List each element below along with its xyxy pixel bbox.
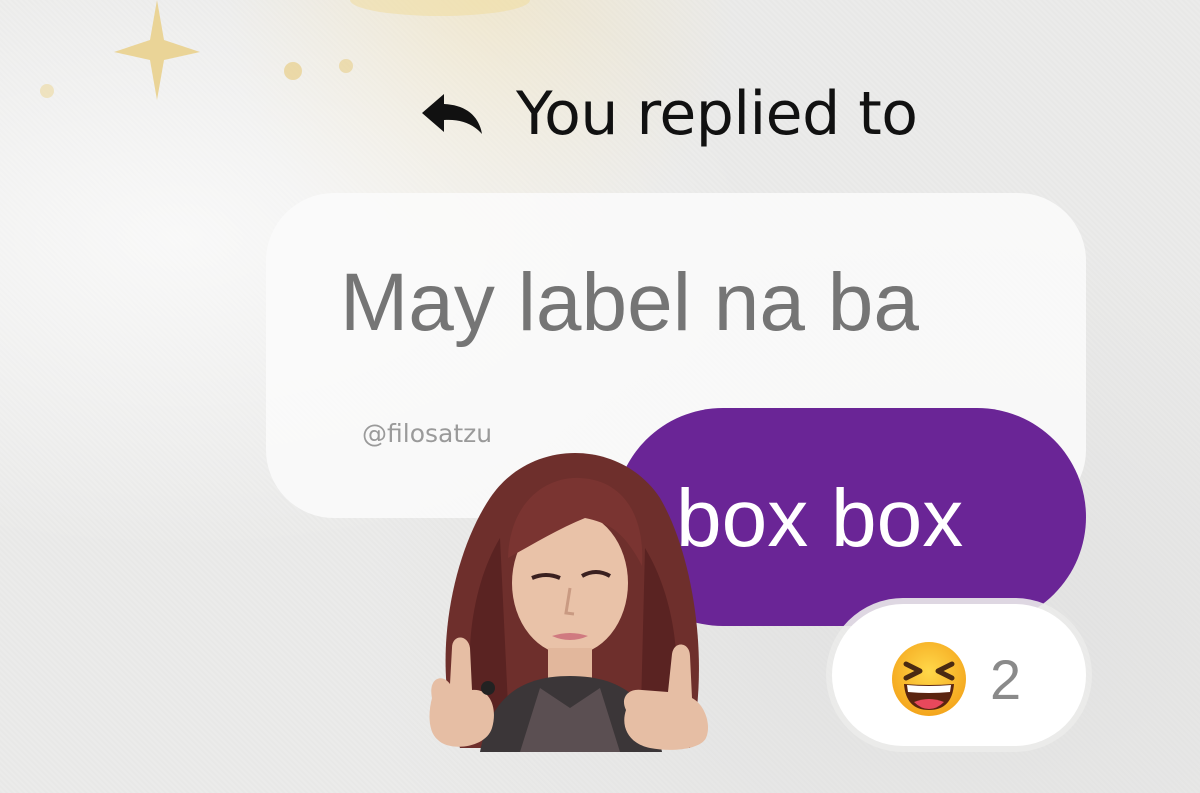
watermark-text: @filosatzu — [362, 419, 493, 448]
thumbs-up-sticker[interactable] — [420, 448, 716, 752]
laughing-squinting-face-icon — [892, 642, 966, 716]
glow-decoration-icon — [350, 0, 530, 16]
reply-arrow-icon — [422, 94, 482, 134]
sent-message-text: box box — [676, 473, 964, 564]
reply-header: You replied to — [420, 76, 918, 152]
sparkle-decoration-icon — [40, 84, 54, 98]
sparkle-decoration-icon — [339, 59, 353, 73]
sparkle-decoration-icon — [114, 0, 200, 100]
quoted-message-text: May label na ba — [340, 257, 919, 348]
reaction-count: 2 — [990, 648, 1022, 711]
sparkle-decoration-icon — [284, 62, 302, 80]
reply-label: You replied to — [516, 79, 918, 149]
